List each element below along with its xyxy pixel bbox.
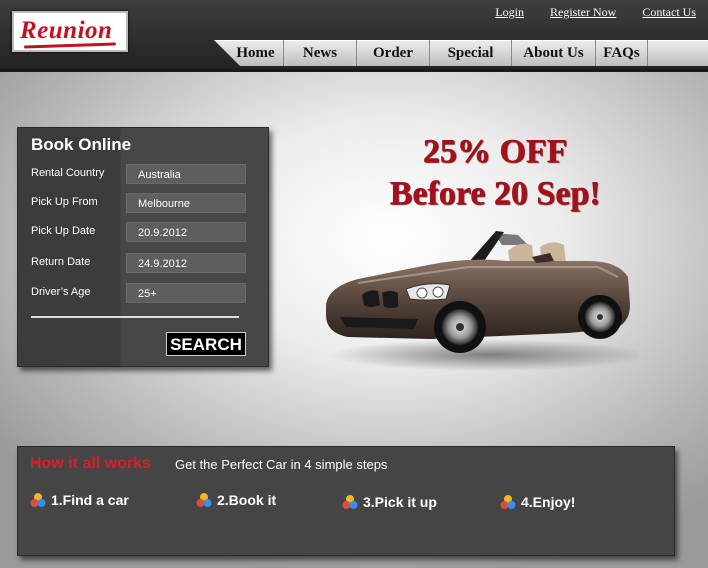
top-links: Login Register Now Contact Us bbox=[495, 5, 696, 20]
nav-news[interactable]: News bbox=[284, 40, 357, 66]
return-date-field[interactable]: 24.9.2012 bbox=[126, 253, 246, 273]
return-date-row: Return Date 24.9.2012 bbox=[31, 253, 263, 273]
pickup-from-row: Pick Up From Melbourne bbox=[31, 193, 263, 213]
tricolor-dots-icon bbox=[196, 493, 212, 507]
pickup-date-label: Pick Up Date bbox=[31, 225, 96, 237]
driver-age-row: Driver’s Age 25+ bbox=[31, 283, 263, 303]
how-subtitle: Get the Perfect Car in 4 simple steps bbox=[175, 457, 388, 472]
step-pick-it-up-label: 3.Pick it up bbox=[363, 494, 437, 510]
step-find-car-label: 1.Find a car bbox=[51, 492, 129, 508]
step-find-car[interactable]: 1.Find a car bbox=[30, 492, 129, 508]
step-book-it[interactable]: 2.Book it bbox=[196, 492, 276, 508]
pickup-from-label: Pick Up From bbox=[31, 196, 98, 208]
rental-country-field[interactable]: Australia bbox=[126, 164, 246, 184]
nav-faqs[interactable]: FAQs bbox=[596, 40, 648, 66]
main-nav: Home News Order Special About Us FAQs bbox=[214, 40, 648, 66]
step-pick-it-up[interactable]: 3.Pick it up bbox=[342, 494, 437, 510]
promo-headline: 25% OFF Before 20 Sep! bbox=[330, 131, 660, 215]
register-link[interactable]: Register Now bbox=[550, 5, 616, 20]
rental-country-label: Rental Country bbox=[31, 167, 105, 179]
nav-special[interactable]: Special bbox=[430, 40, 512, 66]
nav-about-us[interactable]: About Us bbox=[512, 40, 596, 66]
search-button[interactable]: SEARCH bbox=[166, 332, 246, 356]
pickup-date-row: Pick Up Date 20.9.2012 bbox=[31, 222, 263, 242]
convertible-car-image bbox=[318, 205, 648, 375]
booking-panel: Book Online Rental Country Australia Pic… bbox=[17, 127, 269, 367]
how-it-works-panel: How it all works Get the Perfect Car in … bbox=[17, 446, 675, 556]
logo[interactable]: Reunion bbox=[12, 11, 128, 52]
booking-title: Book Online bbox=[31, 135, 132, 154]
logo-text: Reunion bbox=[20, 17, 113, 44]
step-enjoy[interactable]: 4.Enjoy! bbox=[500, 494, 575, 510]
form-divider bbox=[31, 316, 239, 318]
driver-age-field[interactable]: 25+ bbox=[126, 283, 246, 303]
tricolor-dots-icon bbox=[500, 495, 516, 509]
tricolor-dots-icon bbox=[30, 493, 46, 507]
step-book-it-label: 2.Book it bbox=[217, 492, 277, 508]
step-enjoy-label: 4.Enjoy! bbox=[521, 494, 576, 510]
rental-country-row: Rental Country Australia bbox=[31, 164, 263, 184]
login-link[interactable]: Login bbox=[495, 5, 524, 20]
how-title: How it all works bbox=[30, 455, 151, 472]
promo-discount: 25% OFF bbox=[422, 133, 568, 170]
return-date-label: Return Date bbox=[31, 256, 91, 268]
driver-age-label: Driver’s Age bbox=[31, 286, 91, 298]
pickup-date-field[interactable]: 20.9.2012 bbox=[126, 222, 246, 242]
nav-order[interactable]: Order bbox=[357, 40, 430, 66]
tricolor-dots-icon bbox=[342, 495, 358, 509]
contact-link[interactable]: Contact Us bbox=[642, 5, 696, 20]
nav-home[interactable]: Home bbox=[214, 40, 284, 66]
pickup-from-field[interactable]: Melbourne bbox=[126, 193, 246, 213]
